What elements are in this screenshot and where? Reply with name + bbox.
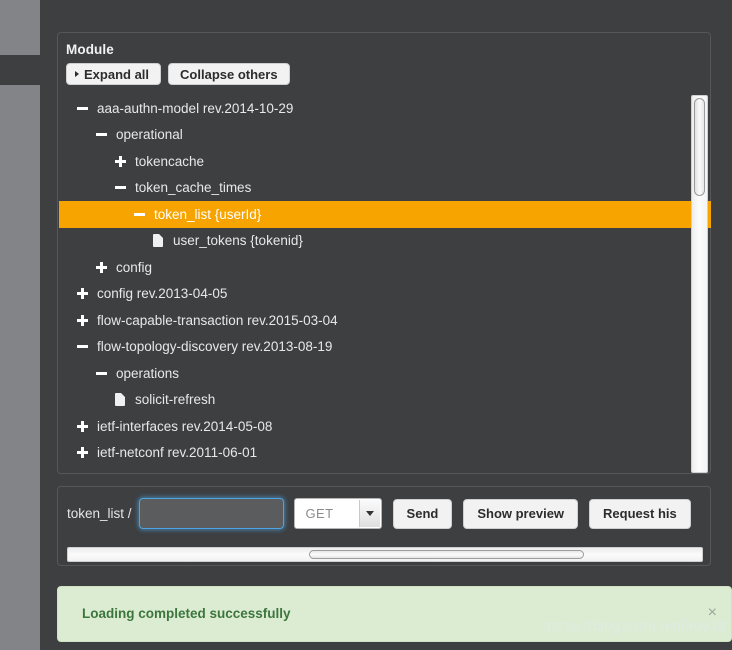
api-path-input[interactable]: [138, 498, 284, 529]
show-preview-label: Show preview: [477, 506, 565, 521]
show-preview-button[interactable]: Show preview: [463, 498, 579, 529]
left-rail-band: [0, 55, 40, 85]
tree-row[interactable]: config rev.2013-04-05: [59, 281, 711, 308]
close-icon[interactable]: ×: [708, 605, 717, 621]
page-content: Module Expand all Collapse others aaa-au…: [40, 0, 732, 650]
tree-row-label: config: [116, 259, 153, 275]
send-button[interactable]: Send: [392, 498, 453, 529]
plus-icon[interactable]: [73, 288, 91, 300]
minus-icon[interactable]: [92, 371, 110, 375]
minus-icon[interactable]: [73, 106, 91, 110]
tree-vertical-scrollbar[interactable]: [691, 95, 708, 473]
module-panel: Module Expand all Collapse others aaa-au…: [57, 32, 711, 474]
tree-row[interactable]: ietf-netconf rev.2011-06-01: [59, 440, 711, 467]
tree-row-label: flow-capable-transaction rev.2015-03-04: [97, 312, 338, 328]
module-tree-viewport: aaa-authn-model rev.2014-10-29 operationa…: [59, 95, 711, 473]
collapse-others-label: Collapse others: [180, 66, 278, 82]
request-panel: token_list / GET Send Show preview Reque…: [57, 486, 711, 566]
tree-row-label: ietf-netconf rev.2011-06-01: [97, 445, 258, 461]
left-rail: [0, 0, 40, 650]
tree-row[interactable]: flow-capable-transaction rev.2015-03-04: [59, 307, 711, 334]
tree-row-label: flow-topology-discovery rev.2013-08-19: [97, 339, 333, 355]
tree-row[interactable]: token_cache_times: [59, 175, 711, 202]
request-row: token_list / GET Send Show preview Reque…: [67, 498, 691, 529]
tree-row-label: operations: [116, 365, 180, 381]
minus-icon[interactable]: [111, 186, 129, 190]
tree-row-label: ietf-interfaces rev.2014-05-08: [97, 418, 273, 434]
tree-row-label: user_tokens {tokenid}: [173, 233, 303, 249]
plus-icon[interactable]: [111, 155, 129, 167]
minus-icon[interactable]: [92, 133, 110, 137]
expand-all-button[interactable]: Expand all: [66, 63, 162, 85]
tree-row[interactable]: solicit-refresh: [59, 387, 711, 414]
tree-row[interactable]: ietf-interfaces rev.2014-05-08: [59, 413, 711, 440]
http-method-select[interactable]: GET: [293, 498, 382, 529]
tree-row[interactable]: aaa-authn-model rev.2014-10-29: [59, 95, 711, 122]
request-path-prefix: token_list /: [67, 506, 132, 521]
tree-row-label: operational: [116, 127, 183, 143]
tree-row[interactable]: user_tokens {tokenid}: [59, 228, 711, 255]
success-alert: Loading completed successfully ×: [57, 586, 732, 642]
plus-icon[interactable]: [73, 314, 91, 326]
tree-row-label: tokencache: [135, 153, 205, 169]
module-tree: aaa-authn-model rev.2014-10-29 operationa…: [59, 95, 711, 466]
http-method-value: GET: [305, 506, 334, 521]
tree-row[interactable]: flow-topology-discovery rev.2013-08-19: [59, 334, 711, 361]
tree-row[interactable]: config: [59, 254, 711, 281]
minus-icon[interactable]: [73, 345, 91, 349]
tree-row-label: config rev.2013-04-05: [97, 286, 228, 302]
plus-icon[interactable]: [92, 261, 110, 273]
tree-row-label: token_list {userId}: [154, 206, 262, 222]
page-title: Module: [66, 42, 114, 57]
request-horizontal-scrollbar[interactable]: [67, 547, 703, 562]
request-horizontal-scrollbar-thumb[interactable]: [309, 550, 584, 559]
chevron-down-icon[interactable]: [358, 500, 380, 527]
send-label: Send: [406, 506, 439, 521]
tree-row-label: aaa-authn-model rev.2014-10-29: [97, 100, 294, 116]
plus-icon[interactable]: [73, 420, 91, 432]
plus-icon[interactable]: [73, 447, 91, 459]
expand-all-label: Expand all: [84, 66, 150, 82]
tree-row[interactable]: operations: [59, 360, 711, 387]
caret-right-icon: [75, 71, 79, 77]
tree-row[interactable]: token_list {userId}: [59, 201, 711, 228]
tree-row[interactable]: tokencache: [59, 148, 711, 175]
minus-icon[interactable]: [130, 212, 148, 216]
request-history-button[interactable]: Request his: [589, 498, 691, 529]
collapse-others-button[interactable]: Collapse others: [168, 63, 290, 85]
tree-row[interactable]: operational: [59, 122, 711, 149]
file-icon: [149, 234, 167, 248]
success-alert-message: Loading completed successfully: [82, 606, 291, 621]
request-history-label: Request his: [603, 506, 677, 521]
tree-row-label: solicit-refresh: [135, 392, 216, 408]
file-icon: [111, 393, 129, 407]
tree-row-label: token_cache_times: [135, 180, 252, 196]
module-toolbar: Expand all Collapse others: [66, 63, 290, 85]
tree-vertical-scrollbar-thumb[interactable]: [694, 98, 705, 196]
